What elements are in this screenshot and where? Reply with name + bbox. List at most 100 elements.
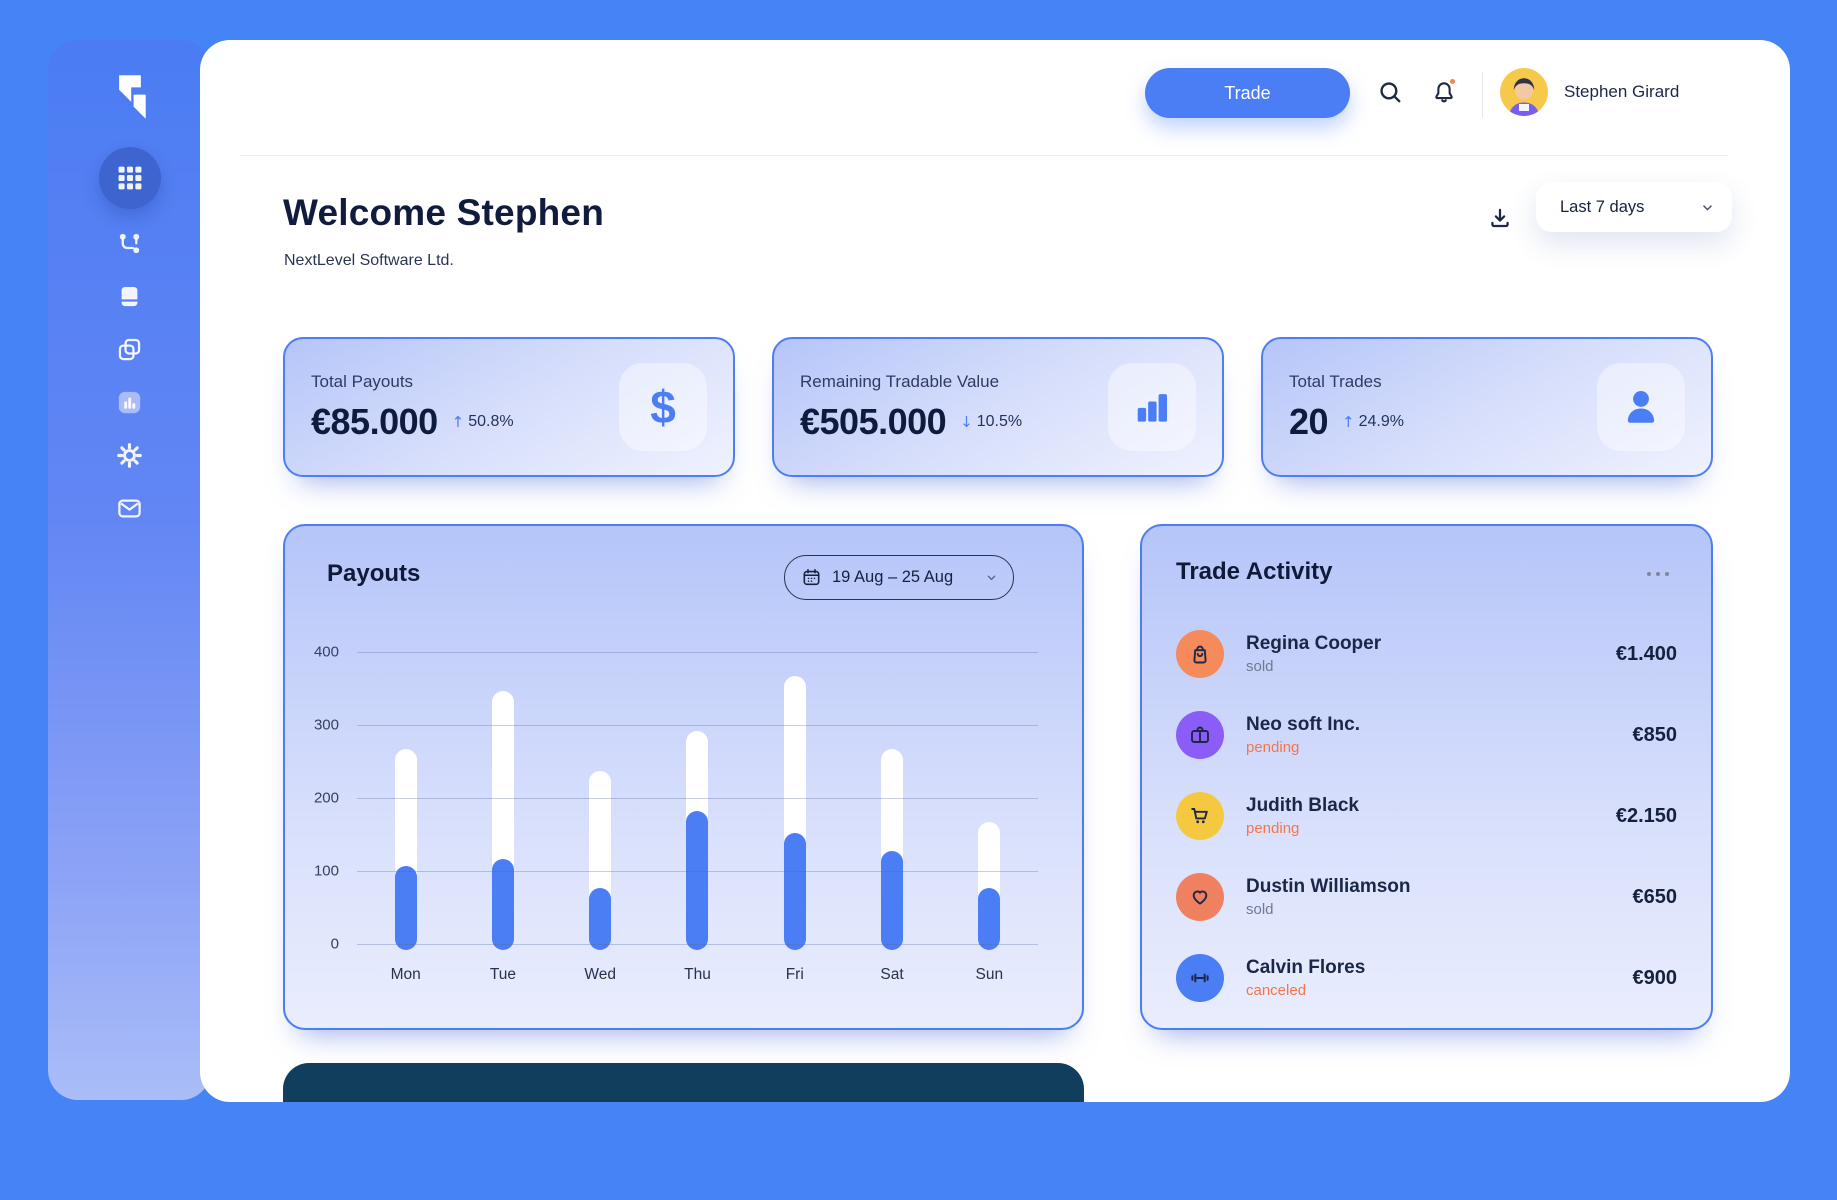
stat-icon-tile: $: [619, 363, 707, 451]
swap-arrows-logo: [101, 68, 159, 126]
copy-icon: [116, 336, 143, 363]
stat-label: Remaining Tradable Value: [800, 372, 1022, 392]
activity-name: Neo soft Inc.: [1246, 714, 1360, 736]
company-subtitle: NextLevel Software Ltd.: [284, 252, 454, 270]
sidebar-item-copy[interactable]: [99, 331, 161, 368]
y-tick-label: 300: [314, 717, 339, 734]
gridline: [357, 871, 1038, 872]
sidebar-item-gear[interactable]: [99, 437, 161, 474]
sidebar: [48, 40, 211, 1100]
sidebar-item-branch[interactable]: [99, 225, 161, 262]
trade-button[interactable]: Trade: [1145, 68, 1350, 118]
payouts-card: Payouts 19 Aug – 25 Aug 4003002001000: [283, 524, 1084, 1030]
activity-status: sold: [1246, 658, 1381, 675]
trade-activity-row[interactable]: Neo soft Inc. pending €850: [1176, 711, 1677, 759]
chart-tile-icon: [116, 389, 143, 416]
activity-avatar: [1176, 954, 1224, 1002]
x-tick-label: Mon: [357, 966, 454, 984]
activity-amount: €850: [1633, 724, 1678, 747]
y-tick-label: 400: [314, 644, 339, 661]
profile-menu[interactable]: Stephen Girard: [1500, 68, 1679, 116]
stat-delta: ↑ 50.8%: [452, 413, 514, 431]
bar-highlighted: [395, 866, 417, 950]
chevron-down-icon: [984, 570, 999, 585]
sidebar-item-grid[interactable]: [99, 147, 161, 209]
chart-plot: [357, 652, 1038, 944]
stat-value: 20: [1289, 401, 1328, 443]
x-tick-label: Sun: [941, 966, 1038, 984]
trade-activity-row[interactable]: Judith Black pending €2.150: [1176, 792, 1677, 840]
stat-icon-tile: [1597, 363, 1685, 451]
activity-name: Judith Black: [1246, 795, 1359, 817]
activity-name: Dustin Williamson: [1246, 876, 1411, 898]
y-tick-label: 0: [331, 936, 339, 953]
stat-delta: ↓ 10.5%: [960, 413, 1022, 431]
activity-status: pending: [1246, 739, 1360, 756]
notifications-button[interactable]: [1422, 70, 1466, 114]
activity-avatar: [1176, 873, 1224, 921]
stat-delta: ↑ 24.9%: [1342, 413, 1404, 431]
sidebar-item-book[interactable]: [99, 278, 161, 315]
trade-activity-row[interactable]: Calvin Flores canceled €900: [1176, 954, 1677, 1002]
sidebar-item-mail[interactable]: [99, 490, 161, 527]
y-tick-label: 200: [314, 790, 339, 807]
activity-avatar: [1176, 711, 1224, 759]
gridline: [357, 798, 1038, 799]
search-button[interactable]: [1368, 70, 1412, 114]
delta-arrow-icon: ↑: [452, 413, 465, 431]
bar-highlighted: [589, 888, 611, 950]
download-icon: [1487, 205, 1513, 231]
page-title: Welcome Stephen: [283, 192, 604, 234]
stat-card: Remaining Tradable Value €505.000 ↓ 10.5…: [772, 337, 1224, 477]
gridline: [357, 652, 1038, 653]
chart-date-range[interactable]: 19 Aug – 25 Aug: [784, 555, 1014, 600]
stat-card: Total Payouts €85.000 ↑ 50.8% $: [283, 337, 735, 477]
bar-highlighted: [881, 851, 903, 950]
x-tick-label: Sat: [843, 966, 940, 984]
activity-avatar: [1176, 630, 1224, 678]
date-range-select[interactable]: Last 7 days: [1536, 182, 1732, 232]
trade-activity-card: Trade Activity Regina Cooper sold €1.400…: [1140, 524, 1713, 1030]
date-range-label: Last 7 days: [1560, 198, 1644, 217]
briefcase-icon: [1188, 723, 1212, 747]
dumbbell-icon: [1188, 966, 1212, 990]
trade-activity-row[interactable]: Regina Cooper sold €1.400: [1176, 630, 1677, 678]
download-button[interactable]: [1478, 196, 1522, 240]
activity-status: sold: [1246, 901, 1411, 918]
stat-value: €85.000: [311, 401, 438, 443]
activity-amount: €900: [1633, 967, 1678, 990]
stat-label: Total Trades: [1289, 372, 1404, 392]
stat-icon-tile: [1108, 363, 1196, 451]
search-icon: [1377, 79, 1403, 105]
activity-name: Calvin Flores: [1246, 957, 1365, 979]
mail-icon: [116, 495, 143, 522]
app-frame: Trade Stephen Girard Welcome Stephen Nex…: [0, 0, 1837, 1200]
trade-activity-row[interactable]: Dustin Williamson sold €650: [1176, 873, 1677, 921]
sidebar-item-chart-tile[interactable]: [99, 384, 161, 421]
bar-highlighted: [978, 888, 1000, 950]
payouts-title: Payouts: [327, 560, 420, 588]
x-tick-label: Fri: [746, 966, 843, 984]
shopping-bag-icon: [1188, 642, 1212, 666]
grid-icon: [116, 164, 144, 192]
calendar-icon: [801, 567, 822, 588]
chevron-down-icon: [1699, 199, 1716, 216]
bar-chart-icon: [1130, 385, 1174, 429]
bottom-dark-card: [283, 1063, 1084, 1102]
gridline: [357, 944, 1038, 945]
cart-icon: [1188, 804, 1212, 828]
gear-icon: [116, 442, 143, 469]
header-divider: [240, 155, 1728, 156]
stat-value: €505.000: [800, 401, 946, 443]
gridline: [357, 725, 1038, 726]
stat-label: Total Payouts: [311, 372, 514, 392]
user-icon: [1619, 385, 1663, 429]
sidebar-nav: [48, 147, 211, 527]
activity-name: Regina Cooper: [1246, 633, 1381, 655]
ellipsis-icon[interactable]: [1641, 566, 1675, 582]
activity-status: canceled: [1246, 982, 1365, 999]
branch-icon: [116, 230, 143, 257]
dollar-icon: $: [650, 380, 676, 434]
chart-date-range-label: 19 Aug – 25 Aug: [832, 568, 953, 587]
activity-amount: €1.400: [1616, 643, 1677, 666]
